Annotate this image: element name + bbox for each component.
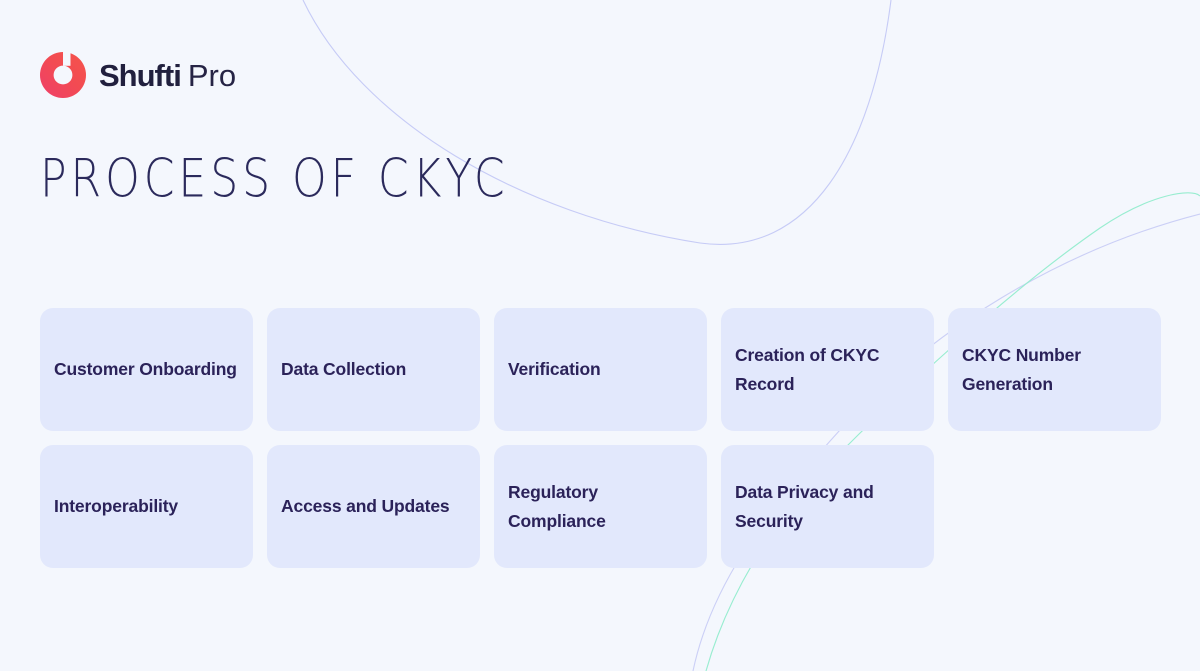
step-card-label: Data Privacy and Security bbox=[735, 481, 874, 531]
step-card-access-and-updates[interactable]: Access and Updates bbox=[267, 445, 480, 568]
brand-name-light: Pro bbox=[187, 57, 237, 93]
step-card-label: Customer Onboarding bbox=[54, 359, 237, 380]
step-card-label: Regulatory Compliance bbox=[508, 481, 606, 531]
step-card-interoperability[interactable]: Interoperability bbox=[40, 445, 253, 568]
step-card-label: Creation of CKYC Record bbox=[735, 344, 880, 394]
step-card-ckyc-number-generation[interactable]: CKYC Number Generation bbox=[948, 308, 1161, 431]
step-card-data-collection[interactable]: Data Collection bbox=[267, 308, 480, 431]
step-card-regulatory-compliance[interactable]: Regulatory Compliance bbox=[494, 445, 707, 568]
step-card-label: Interoperability bbox=[54, 496, 179, 517]
step-card-label: Data Collection bbox=[281, 359, 407, 380]
brand-wordmark: Shufti Pro bbox=[99, 60, 236, 91]
process-steps-grid: Customer Onboarding Data Collection Veri… bbox=[40, 308, 1161, 582]
infographic-canvas: Shufti Pro PROCESS OF CKYC Customer Onbo… bbox=[0, 0, 1200, 671]
process-steps-row-2: Interoperability Access and Updates Regu… bbox=[40, 445, 1160, 568]
brand-logo[interactable]: Shufti Pro bbox=[40, 46, 236, 104]
step-card-label: Verification bbox=[508, 359, 601, 380]
shufti-ring-icon bbox=[40, 52, 86, 98]
step-card-label: CKYC Number Generation bbox=[962, 344, 1081, 394]
process-steps-row-1: Customer Onboarding Data Collection Veri… bbox=[40, 308, 1161, 431]
brand-name-bold: Shufti bbox=[99, 57, 182, 93]
page-title: PROCESS OF CKYC bbox=[40, 148, 509, 210]
step-card-customer-onboarding[interactable]: Customer Onboarding bbox=[40, 308, 253, 431]
step-card-verification[interactable]: Verification bbox=[494, 308, 707, 431]
step-card-label: Access and Updates bbox=[281, 496, 450, 517]
step-card-data-privacy-and-security[interactable]: Data Privacy and Security bbox=[721, 445, 934, 568]
step-card-creation-of-ckyc-record[interactable]: Creation of CKYC Record bbox=[721, 308, 934, 431]
